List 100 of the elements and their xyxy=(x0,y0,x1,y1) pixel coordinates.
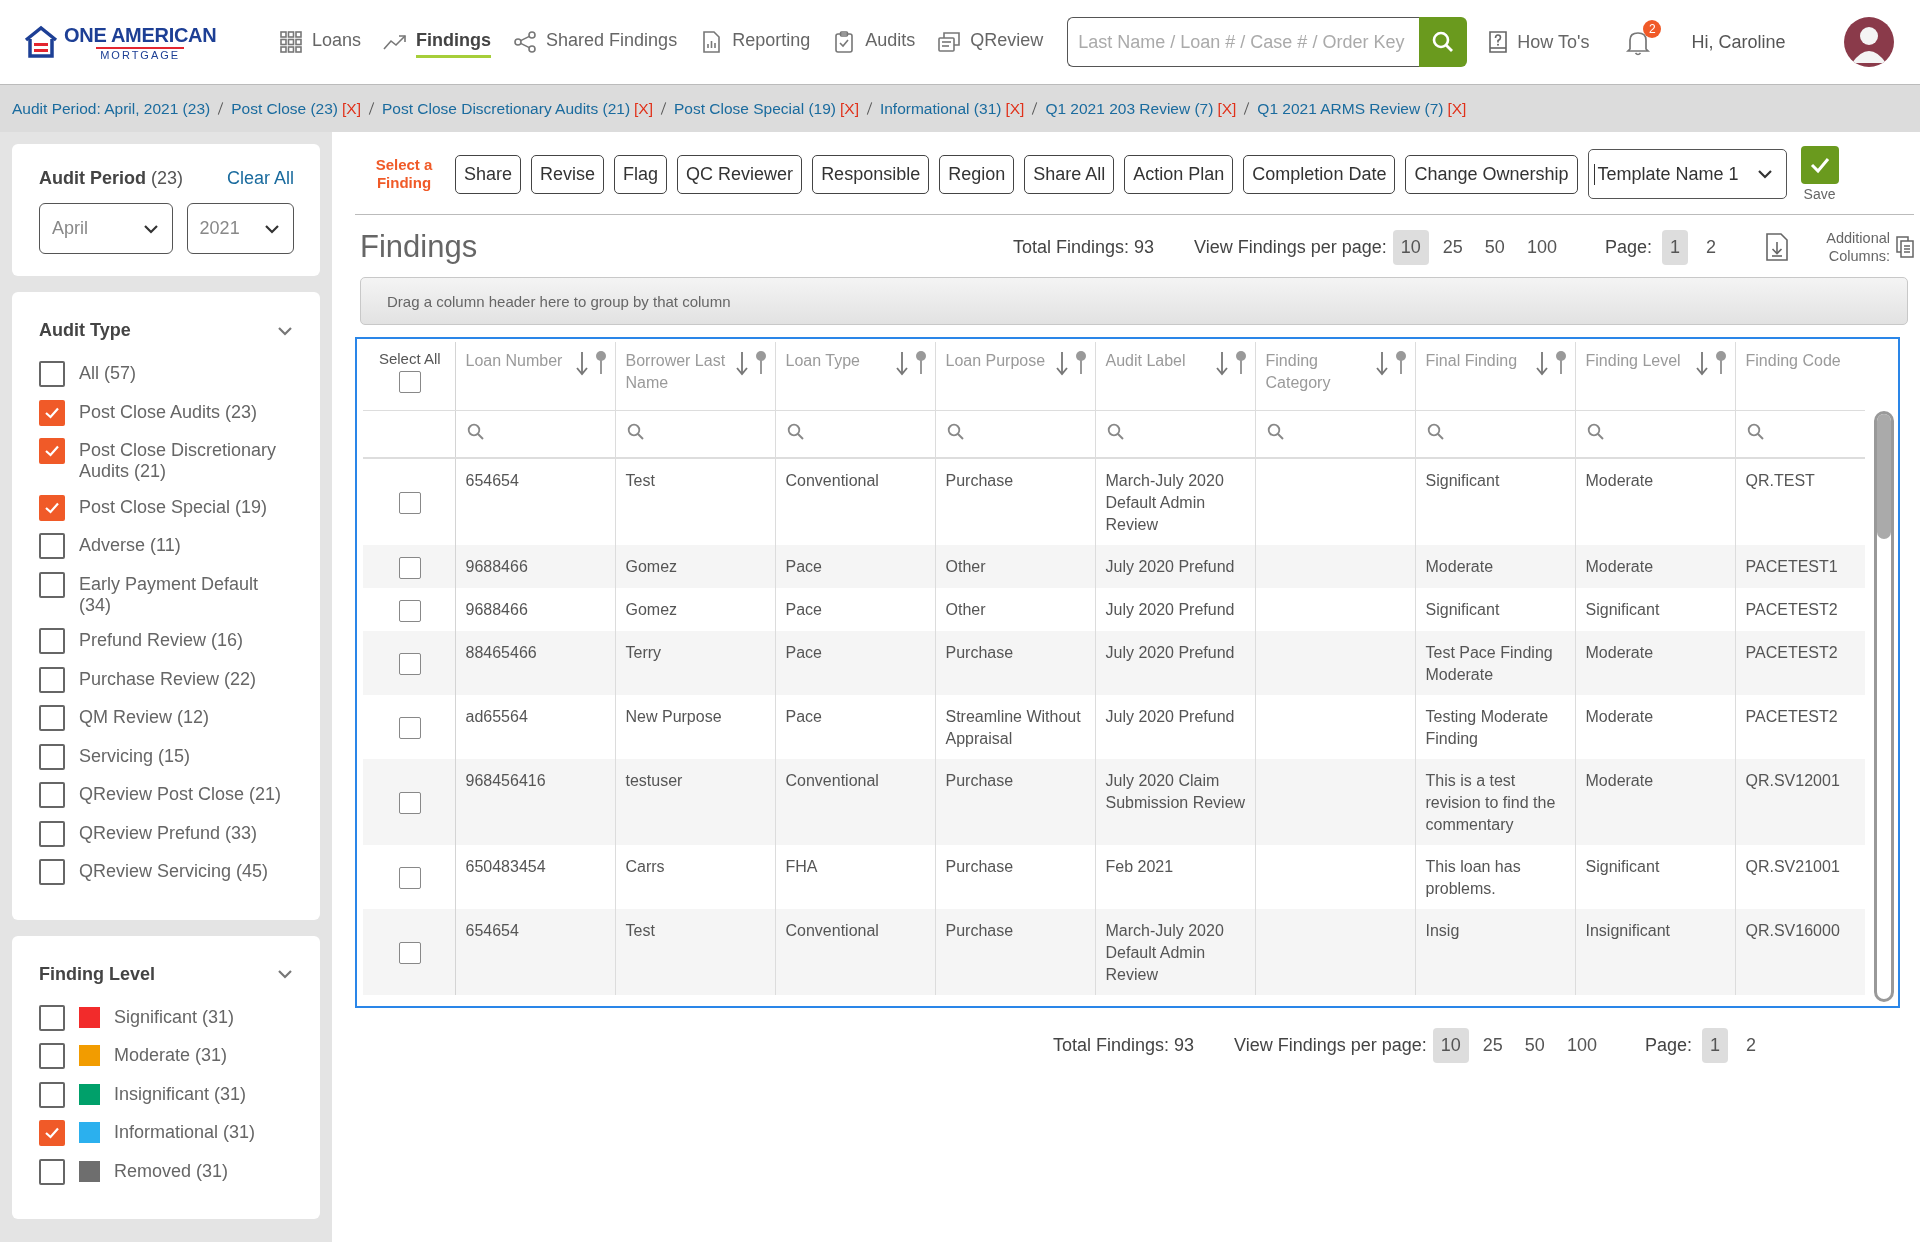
checkbox[interactable] xyxy=(39,1043,65,1069)
checkbox[interactable] xyxy=(39,782,65,808)
nav-link[interactable]: Reporting xyxy=(732,26,811,58)
checkbox[interactable] xyxy=(39,705,65,731)
search-button[interactable] xyxy=(1419,17,1468,67)
toolbar-button[interactable]: Change Ownership xyxy=(1405,154,1578,194)
search-icon[interactable] xyxy=(1266,422,1285,441)
pin-icon[interactable] xyxy=(1394,350,1407,376)
filter-option[interactable]: QReview Servicing (45) xyxy=(79,859,269,882)
columns-icon[interactable] xyxy=(1896,236,1914,258)
document-icon[interactable] xyxy=(937,30,962,54)
remove-link[interactable]: [X] xyxy=(342,99,361,118)
page-size-option[interactable]: 10 xyxy=(1392,229,1429,265)
checkbox[interactable] xyxy=(39,399,65,426)
page-size-option[interactable]: 25 xyxy=(1474,1028,1511,1063)
checkbox[interactable] xyxy=(39,666,65,693)
nav-link[interactable]: Audits xyxy=(865,26,916,58)
search-icon[interactable] xyxy=(1746,422,1765,441)
page-size-option[interactable]: 10 xyxy=(1432,1028,1469,1063)
filter-option[interactable]: Early Payment Default (34) xyxy=(79,571,294,616)
avatar[interactable] xyxy=(1844,17,1894,67)
sort-arrow-icon[interactable] xyxy=(1054,350,1069,376)
checkbox[interactable] xyxy=(39,859,65,885)
filter-option[interactable]: QReview Post Close (21) xyxy=(79,782,282,805)
checkbox[interactable] xyxy=(398,652,421,675)
nav-link[interactable]: QReview xyxy=(970,26,1044,58)
search-icon[interactable] xyxy=(1106,422,1125,441)
filter-option[interactable]: Adverse (11) xyxy=(79,533,181,556)
checkbox[interactable] xyxy=(39,533,65,559)
pin-icon[interactable] xyxy=(754,350,767,376)
template-dropdown[interactable]: Template Name 1 xyxy=(1587,149,1787,199)
filter-option[interactable]: Post Close Audits (23) xyxy=(79,399,258,423)
checkbox[interactable] xyxy=(39,820,65,847)
page-button[interactable]: 1 xyxy=(1701,1028,1728,1063)
filter-option[interactable]: Post Close Discretionary Audits (21) xyxy=(79,438,294,482)
pin-icon[interactable] xyxy=(1234,350,1247,376)
help-link[interactable]: How To's xyxy=(1517,31,1590,53)
search-icon[interactable] xyxy=(786,422,805,441)
search-icon[interactable] xyxy=(466,422,485,441)
download-icon[interactable] xyxy=(1764,232,1790,262)
filter-option[interactable]: Servicing (15) xyxy=(79,743,191,767)
toolbar-button[interactable]: Flag xyxy=(614,154,668,194)
checkbox[interactable] xyxy=(398,371,421,393)
breadcrumb-link[interactable]: Informational (31) xyxy=(879,99,1002,118)
page-button[interactable]: 1 xyxy=(1661,229,1688,265)
scrollbar[interactable] xyxy=(1874,411,1894,1002)
nav-link[interactable]: Loans xyxy=(312,26,362,58)
scrollbar-thumb[interactable] xyxy=(1877,414,1891,539)
pin-icon[interactable] xyxy=(1074,350,1087,376)
grid-icon[interactable] xyxy=(279,30,303,54)
remove-link[interactable]: [X] xyxy=(634,99,653,118)
checkbox[interactable] xyxy=(398,941,421,964)
checkbox[interactable] xyxy=(39,494,65,521)
checkbox[interactable] xyxy=(398,556,421,579)
remove-link[interactable]: [X] xyxy=(840,99,859,118)
share-icon[interactable] xyxy=(513,30,538,54)
breadcrumb-link[interactable]: Q1 2021 ARMS Review (7) xyxy=(1257,99,1444,118)
search-icon[interactable] xyxy=(946,422,965,441)
filter-option[interactable]: Post Close Special (19) xyxy=(79,494,268,518)
checkbox[interactable] xyxy=(39,1158,65,1185)
page-size-option[interactable]: 25 xyxy=(1434,229,1471,265)
sort-arrow-icon[interactable] xyxy=(894,350,909,376)
filter-option[interactable]: Informational (31) xyxy=(114,1120,256,1143)
toolbar-button[interactable]: Action Plan xyxy=(1124,154,1234,194)
page-button[interactable]: 2 xyxy=(1738,1028,1764,1063)
checkbox[interactable] xyxy=(39,628,65,654)
breadcrumb-link[interactable]: Q1 2021 203 Review (7) xyxy=(1045,99,1214,118)
checkbox[interactable] xyxy=(398,866,421,889)
page-size-option[interactable]: 100 xyxy=(1518,229,1565,265)
dropdown[interactable]: 2021 xyxy=(186,203,294,254)
search-icon[interactable] xyxy=(1586,422,1605,441)
checkbox[interactable] xyxy=(398,492,421,515)
checkbox[interactable] xyxy=(39,743,65,770)
search-icon[interactable] xyxy=(1426,422,1445,441)
breadcrumb-link[interactable]: Post Close Discretionary Audits (21) xyxy=(381,99,631,118)
toolbar-button[interactable]: Share All xyxy=(1024,154,1115,194)
toolbar-button[interactable]: QC Reviewer xyxy=(677,154,803,194)
breadcrumb-link[interactable]: Post Close Special (19) xyxy=(674,99,836,118)
filter-option[interactable]: QM Review (12) xyxy=(79,705,210,728)
sort-arrow-icon[interactable] xyxy=(1534,350,1549,376)
checkbox[interactable] xyxy=(398,599,421,622)
checkbox[interactable] xyxy=(39,1081,65,1108)
remove-link[interactable]: [X] xyxy=(1217,99,1237,118)
filter-option[interactable]: Prefund Review (16) xyxy=(79,628,244,651)
sort-arrow-icon[interactable] xyxy=(574,350,589,376)
dropdown[interactable]: April xyxy=(39,203,173,254)
checkbox[interactable] xyxy=(39,1120,65,1146)
filter-option[interactable]: Purchase Review (22) xyxy=(79,666,257,690)
checkbox[interactable] xyxy=(39,361,65,387)
checkbox[interactable] xyxy=(398,716,421,739)
toolbar-button[interactable]: Share xyxy=(455,154,522,194)
page-size-option[interactable]: 50 xyxy=(1516,1028,1553,1063)
pin-icon[interactable] xyxy=(594,350,607,376)
filter-option[interactable]: Insignificant (31) xyxy=(114,1081,247,1105)
page-button[interactable]: 2 xyxy=(1698,229,1724,265)
filter-option[interactable]: Significant (31) xyxy=(114,1004,235,1028)
toolbar-button[interactable]: Revise xyxy=(531,154,605,194)
nav-link[interactable]: Findings xyxy=(416,26,492,58)
sort-arrow-icon[interactable] xyxy=(734,350,749,376)
pin-icon[interactable] xyxy=(914,350,927,376)
